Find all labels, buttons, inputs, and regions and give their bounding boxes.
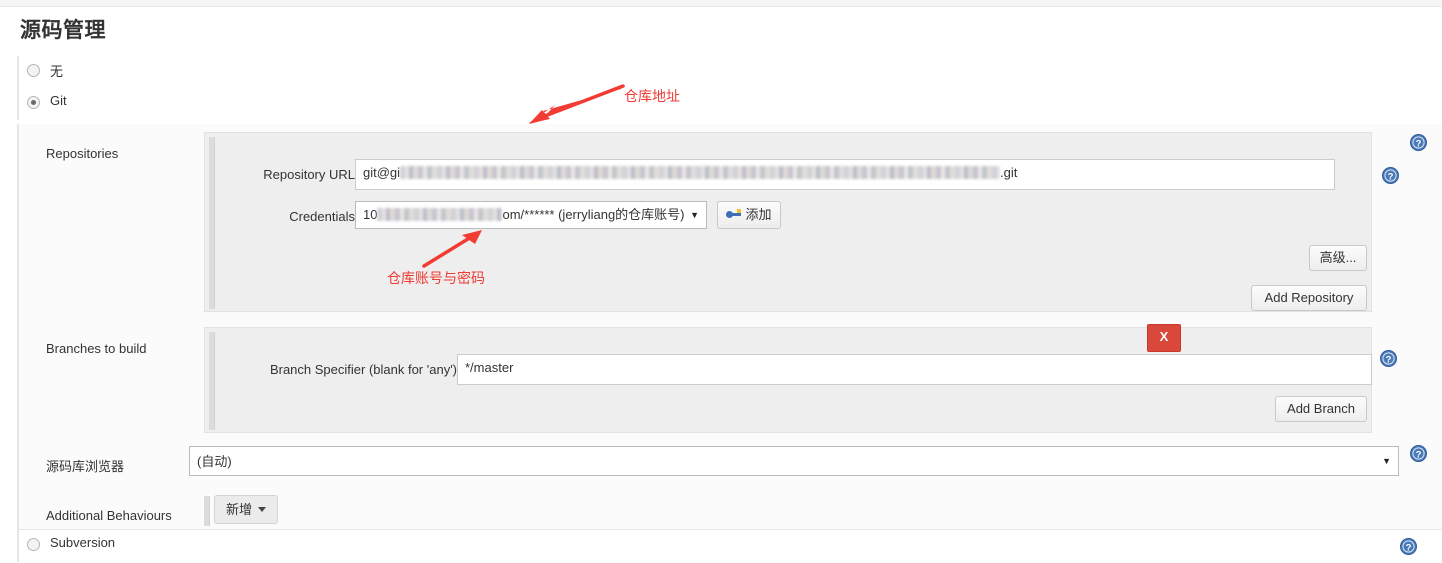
subversion-help-icon[interactable]: ? (1400, 538, 1417, 555)
add-repository-label: Add Repository (1264, 290, 1354, 305)
top-divider (0, 0, 1442, 7)
delete-branch-label: X (1159, 329, 1169, 344)
repository-url-redacted (400, 166, 1001, 179)
credentials-label: Credentials (289, 209, 355, 224)
add-repository-button[interactable]: Add Repository (1251, 285, 1367, 311)
add-credentials-label: 添加 (745, 207, 772, 222)
branch-specifier-value: */master (465, 360, 514, 375)
key-icon (726, 209, 742, 220)
additional-behaviours-add-label: 新增 (225, 502, 252, 517)
repositories-label: Repositories (46, 146, 119, 161)
branch-specifier-input[interactable]: */master (457, 354, 1372, 385)
radio-git[interactable] (27, 96, 40, 109)
branch-drag-handle[interactable] (209, 332, 215, 430)
page-title: 源码管理 (20, 19, 106, 42)
scm-option-git[interactable]: Git (19, 88, 1442, 120)
credentials-select[interactable]: 10 om/****** (jerryliang的仓库账号) ▼ (355, 201, 707, 229)
repository-url-input[interactable]: git@gi .git (355, 159, 1335, 190)
scm-option-subversion[interactable]: Subversion (19, 530, 1442, 562)
chevron-down-icon: ▼ (690, 210, 699, 220)
repository-url-label: Repository URL (263, 167, 355, 182)
svg-text:?: ? (1416, 139, 1422, 150)
repository-url-suffix: .git (1000, 165, 1018, 180)
svg-text:?: ? (1386, 355, 1392, 366)
repository-browser-select[interactable]: (自动) ▼ (189, 446, 1399, 476)
scm-option-git-label: Git (50, 93, 67, 108)
repository-url-prefix: git@gi (363, 165, 401, 180)
add-branch-label: Add Branch (1287, 401, 1355, 416)
add-branch-button[interactable]: Add Branch (1275, 396, 1367, 422)
repository-browser-help-icon[interactable]: ? (1410, 445, 1427, 462)
radio-none[interactable] (27, 64, 40, 77)
annotation-credentials-text: 仓库账号与密码 (387, 270, 485, 286)
branch-panel: Branch Specifier (blank for 'any') */mas… (204, 327, 1372, 433)
credentials-redacted (377, 208, 503, 221)
repository-browser-value: (自动) (197, 454, 232, 469)
credentials-value-suffix: om/****** (jerryliang的仓库账号) (502, 207, 685, 222)
branch-specifier-label: Branch Specifier (blank for 'any') (269, 362, 457, 377)
scm-radio-group: 无 Git (17, 56, 1442, 120)
advanced-label: 高级... (1319, 250, 1357, 265)
repository-drag-handle[interactable] (209, 137, 215, 309)
scm-radio-group-bottom: Subversion (17, 530, 1442, 562)
additional-behaviours-add-button[interactable]: 新增 (214, 495, 278, 524)
repository-panel: Repository URL git@gi .git ? Credentials … (204, 132, 1399, 312)
svg-text:?: ? (1416, 450, 1422, 461)
annotation-repository-url-text: 仓库地址 (624, 88, 680, 104)
delete-branch-button[interactable]: X (1147, 324, 1181, 352)
scm-option-none-label: 无 (50, 64, 64, 79)
radio-subversion[interactable] (27, 538, 40, 551)
git-config-section: Repositories Repository URL git@gi .git ?… (17, 124, 1442, 529)
scm-option-subversion-label: Subversion (50, 535, 116, 550)
repository-browser-label: 源码库浏览器 (46, 459, 125, 474)
additional-behaviours-handle[interactable] (204, 496, 210, 526)
chevron-down-icon: ▼ (1382, 456, 1391, 466)
svg-text:?: ? (1406, 543, 1412, 554)
svg-text:?: ? (1388, 172, 1394, 183)
credentials-value-prefix: 10 (363, 207, 378, 222)
repository-url-help-icon[interactable]: ? (1382, 167, 1399, 184)
repositories-help-icon[interactable]: ? (1410, 134, 1427, 151)
add-credentials-button[interactable]: 添加 (717, 201, 781, 229)
advanced-button[interactable]: 高级... (1309, 245, 1367, 271)
scm-option-none[interactable]: 无 (19, 56, 1442, 88)
branches-label: Branches to build (46, 341, 147, 356)
additional-behaviours-label: Additional Behaviours (46, 508, 172, 523)
branch-specifier-help-icon[interactable]: ? (1380, 350, 1397, 367)
chevron-down-icon (258, 507, 266, 512)
